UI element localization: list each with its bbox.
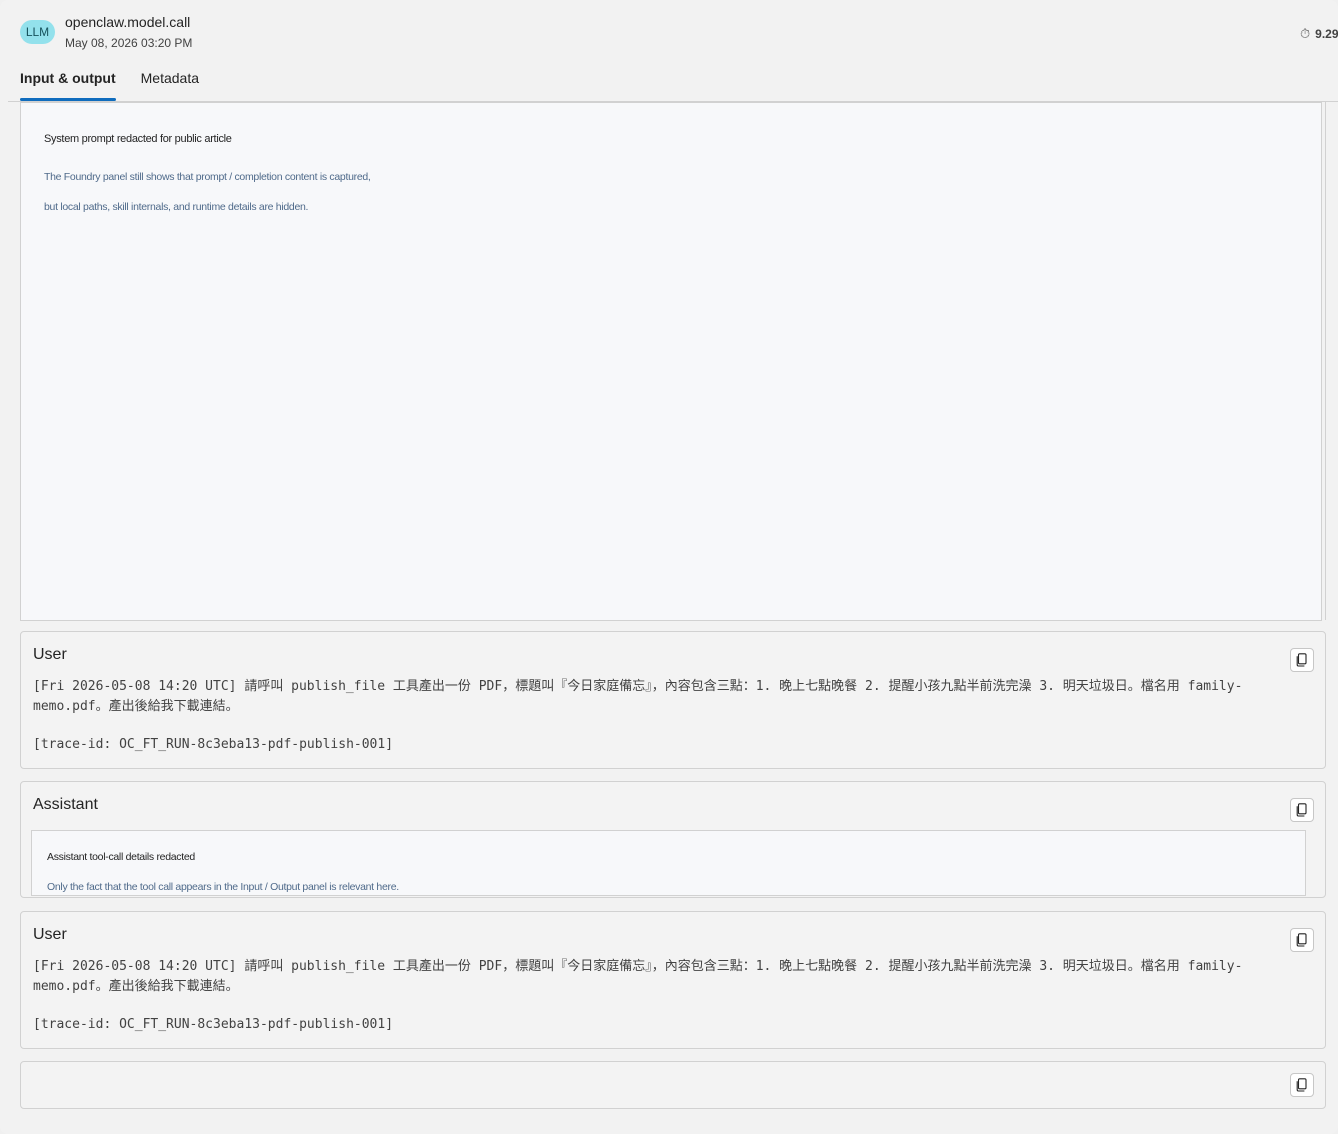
trace-detail-panel: LLM openclaw.model.call May 08, 2026 03:… [0,0,1338,1134]
system-prompt-line: The Foundry panel still shows that promp… [44,171,371,183]
duration-value: 9.29 [1315,27,1338,41]
span-title: openclaw.model.call [65,14,191,30]
tool-call-title: Assistant tool-call details redacted [47,851,195,863]
tool-call-note: Only the fact that the tool call appears… [47,881,399,893]
message-text: [Fri 2026-05-08 14:20 UTC] 請呼叫 publish_f… [33,959,1243,994]
tab-metadata[interactable]: Metadata [141,70,199,101]
copy-icon [1296,803,1307,817]
message-card-assistant: Assistant Assistant tool-call details re… [20,781,1326,898]
detail-tabs: Input & output Metadata [20,70,199,102]
copy-button[interactable] [1290,798,1314,822]
system-prompt-box: System prompt redacted for public articl… [20,102,1322,621]
system-prompt-title: System prompt redacted for public articl… [44,133,232,145]
copy-icon [1296,1078,1307,1092]
message-card-user: User [Fri 2026-05-08 14:20 UTC] 請呼叫 publ… [20,631,1326,769]
message-card-output [20,1061,1326,1109]
system-prompt-line: but local paths, skill internals, and ru… [44,201,309,213]
message-role: User [33,926,67,943]
tool-call-box: Assistant tool-call details redacted Onl… [31,830,1306,896]
trace-id: [trace-id: OC_FT_RUN-8c3eba13-pdf-publis… [33,1017,394,1032]
span-type-badge: LLM [20,20,55,44]
span-timestamp: May 08, 2026 03:20 PM [65,36,193,50]
span-duration: ⏱ 9.29 [1300,26,1338,42]
message-card-user: User [Fri 2026-05-08 14:20 UTC] 請呼叫 publ… [20,911,1326,1049]
message-text: [Fri 2026-05-08 14:20 UTC] 請呼叫 publish_f… [33,679,1243,714]
stopwatch-icon: ⏱ [1300,26,1311,41]
copy-button[interactable] [1290,928,1314,952]
span-header: LLM openclaw.model.call May 08, 2026 03:… [0,0,1338,62]
message-role: User [33,646,67,663]
copy-button[interactable] [1290,648,1314,672]
copy-button[interactable] [1290,1073,1314,1097]
trace-id: [trace-id: OC_FT_RUN-8c3eba13-pdf-publis… [33,737,394,752]
message-role: Assistant [33,796,98,813]
copy-icon [1296,653,1307,667]
copy-icon [1296,933,1307,947]
tab-input-output[interactable]: Input & output [20,70,116,101]
scrollbar-track[interactable] [1325,102,1326,620]
